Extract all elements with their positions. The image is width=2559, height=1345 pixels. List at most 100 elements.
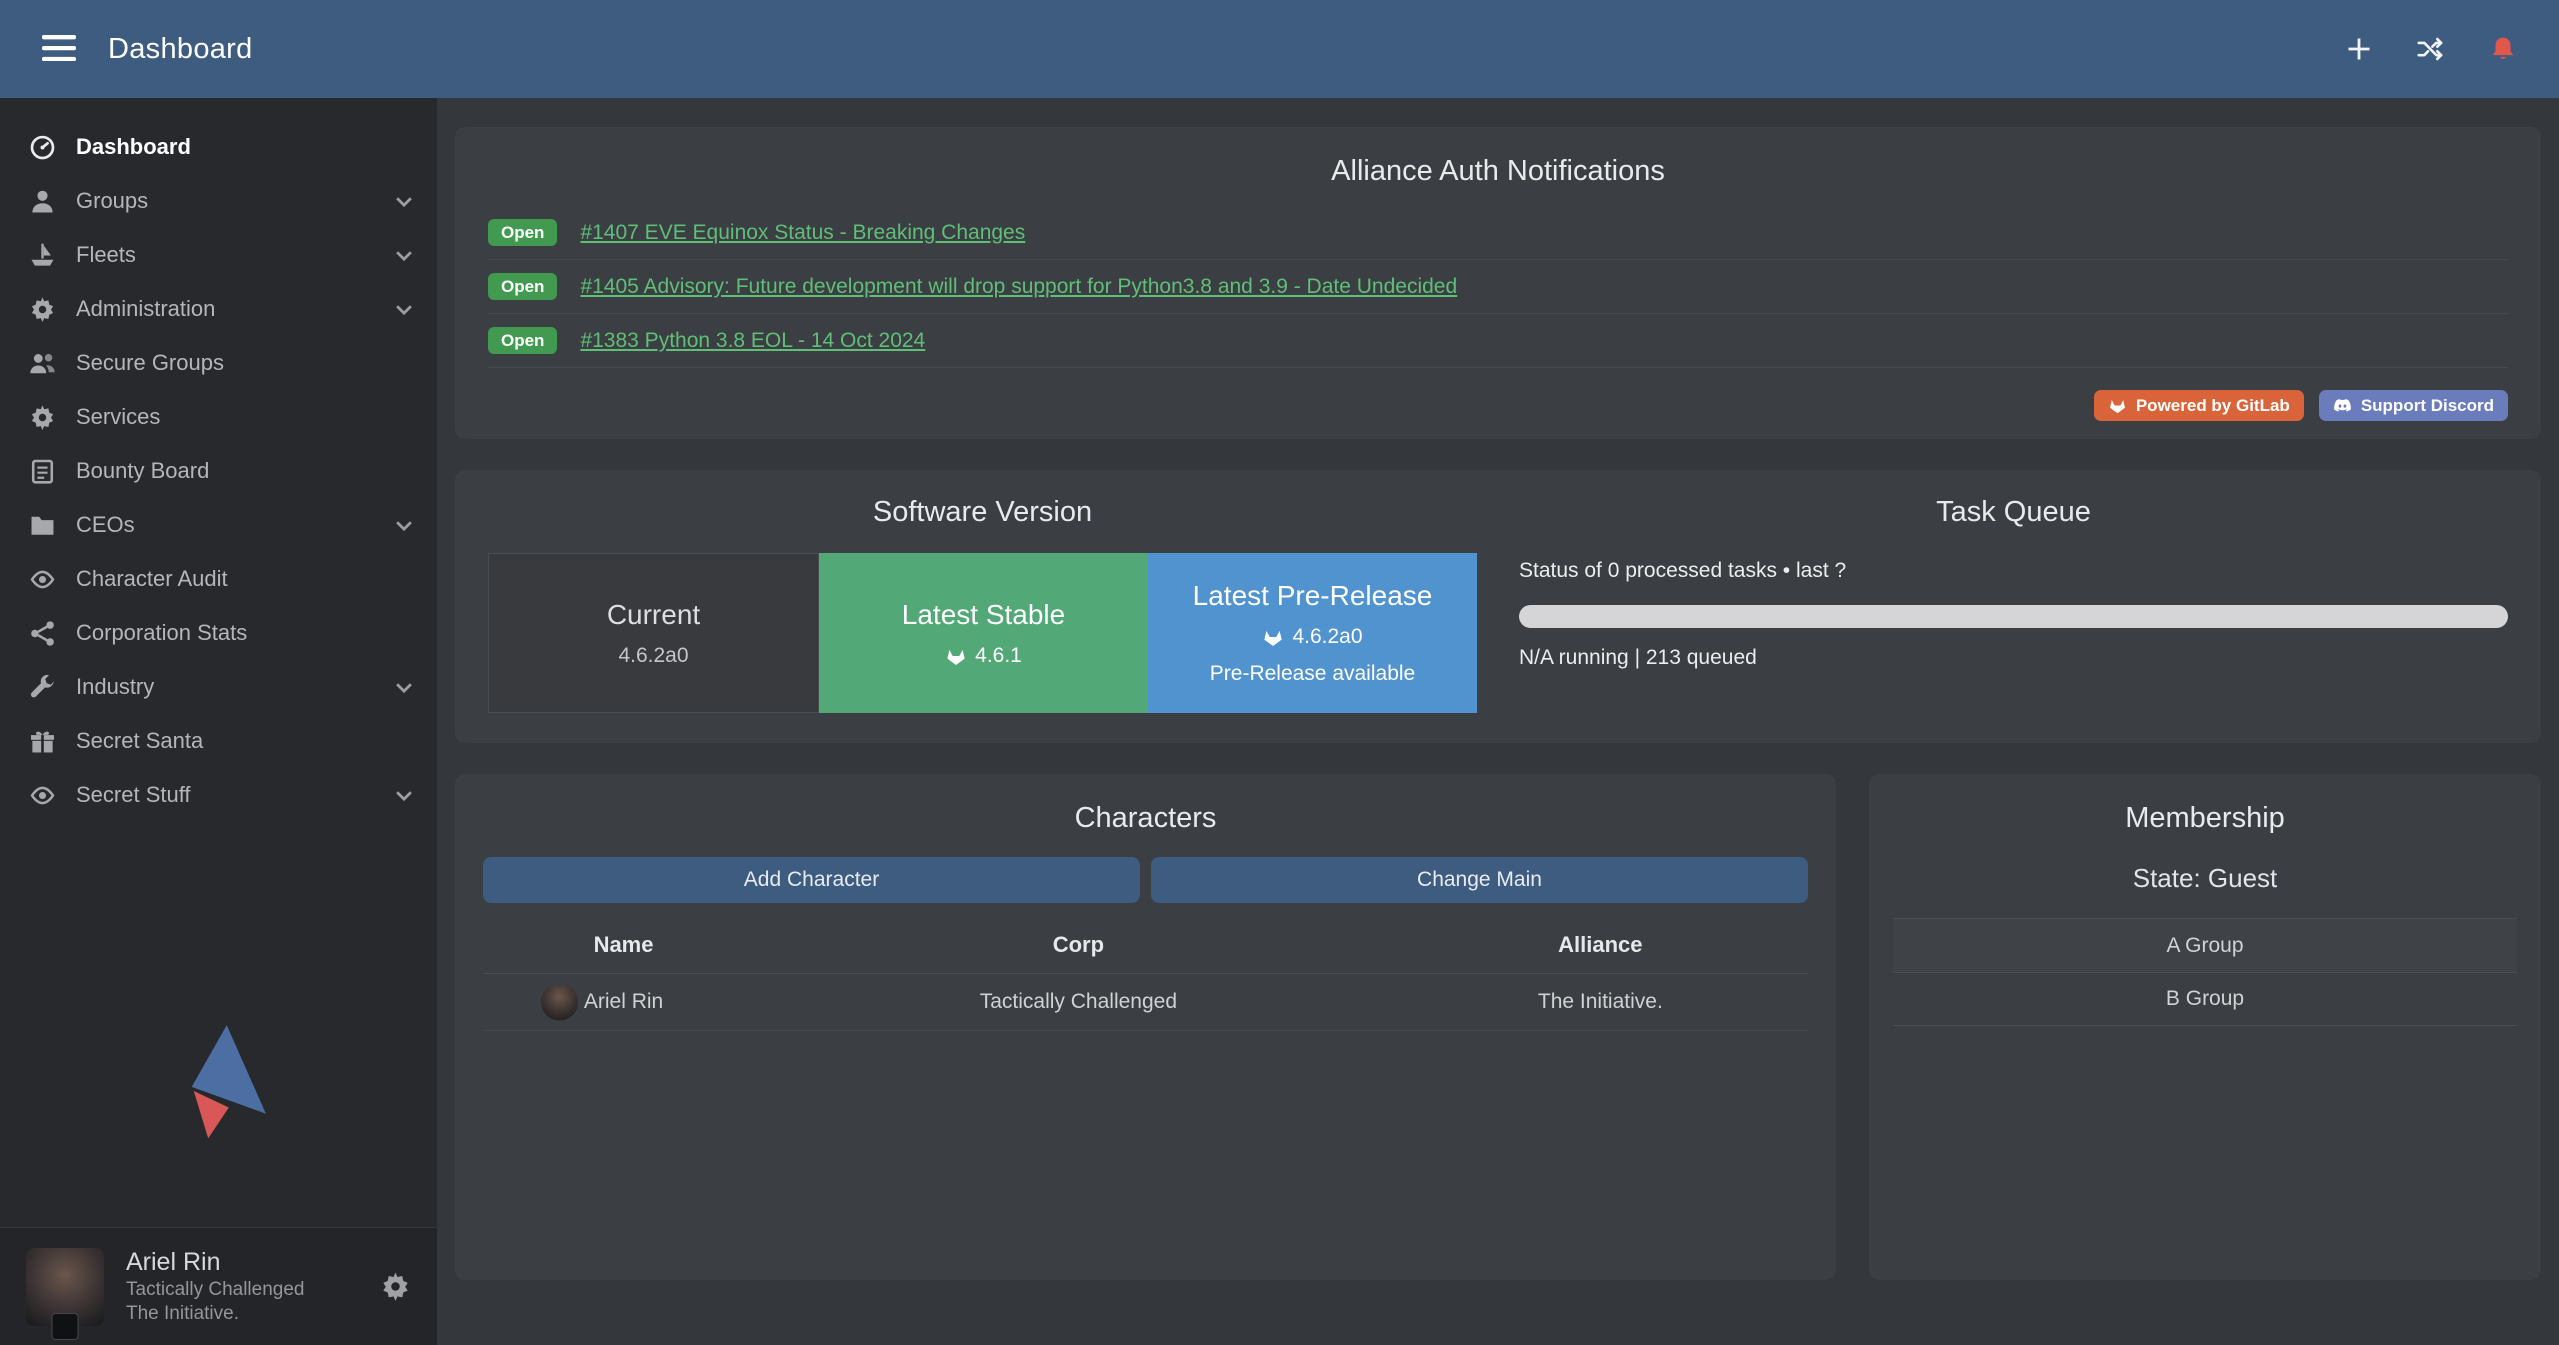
page-title: Dashboard — [108, 33, 253, 66]
user-avatar — [26, 1248, 104, 1326]
gitlab-icon — [2108, 396, 2127, 415]
share-icon — [29, 620, 56, 647]
eye-icon — [29, 566, 56, 593]
software-version-title: Software Version — [488, 496, 1477, 529]
wrench-icon — [29, 674, 56, 701]
sidebar-item-dashboard[interactable]: Dashboard — [0, 120, 437, 174]
add-icon[interactable] — [2345, 35, 2373, 63]
top-navbar: Dashboard — [0, 0, 2559, 98]
support-discord-badge[interactable]: Support Discord — [2319, 390, 2508, 421]
powered-by-gitlab-badge[interactable]: Powered by GitLab — [2094, 390, 2304, 421]
sidebar-item-secure-groups[interactable]: Secure Groups — [0, 336, 437, 390]
main-content: Alliance Auth Notifications Open #1407 E… — [437, 98, 2559, 1345]
gitlab-icon — [1262, 626, 1284, 648]
sidebar-item-secret-santa[interactable]: Secret Santa — [0, 714, 437, 768]
avatar-corp-badge — [52, 1313, 79, 1340]
software-version-section: Software Version Current 4.6.2a0 Latest … — [488, 496, 1477, 713]
character-portrait — [541, 984, 578, 1021]
chevron-down-icon — [393, 298, 415, 320]
table-row: Ariel Rin Tactically Challenged The Init… — [483, 974, 1808, 1031]
gauge-icon — [29, 134, 56, 161]
column-header-name: Name — [483, 917, 764, 974]
notification-link[interactable]: #1383 Python 3.8 EOL - 14 Oct 2024 — [580, 329, 925, 353]
sidebar-nav: Dashboard Groups Fleets Ad — [0, 98, 437, 822]
sidebar-item-secret-stuff[interactable]: Secret Stuff — [0, 768, 437, 822]
version-label: Latest Stable — [902, 599, 1065, 631]
board-icon — [29, 458, 56, 485]
alliance-logo — [0, 1023, 437, 1227]
notifications-title: Alliance Auth Notifications — [488, 155, 2508, 188]
user-icon — [29, 188, 56, 215]
version-number: 4.6.1 — [945, 644, 1022, 668]
sidebar-item-label: Corporation Stats — [76, 620, 247, 646]
membership-title: Membership — [1893, 802, 2517, 835]
task-queue-section: Task Queue Status of 0 processed tasks •… — [1519, 496, 2508, 713]
notification-link[interactable]: #1407 EVE Equinox Status - Breaking Chan… — [580, 221, 1025, 245]
user-corp: Tactically Challenged — [126, 1278, 305, 1302]
settings-gear-icon[interactable] — [380, 1271, 411, 1302]
sidebar-item-ceos[interactable]: CEOs — [0, 498, 437, 552]
status-badge: Open — [488, 219, 557, 246]
version-stable-box: Latest Stable 4.6.1 — [819, 553, 1148, 713]
navbar-actions — [2345, 35, 2517, 63]
characters-title: Characters — [483, 802, 1808, 835]
gear-icon — [29, 296, 56, 323]
chevron-down-icon — [393, 784, 415, 806]
task-queue-status: Status of 0 processed tasks • last ? — [1519, 559, 2508, 583]
task-queue-title: Task Queue — [1519, 496, 2508, 529]
version-current-box: Current 4.6.2a0 — [488, 553, 819, 713]
version-label: Latest Pre-Release — [1193, 580, 1433, 612]
chevron-down-icon — [393, 244, 415, 266]
change-main-button[interactable]: Change Main — [1151, 857, 1808, 903]
sidebar-item-label: Bounty Board — [76, 458, 209, 484]
sidebar-item-groups[interactable]: Groups — [0, 174, 437, 228]
user-alliance: The Initiative. — [126, 1302, 305, 1326]
folder-icon — [29, 512, 56, 539]
menu-icon[interactable] — [42, 35, 76, 63]
chevron-down-icon — [393, 676, 415, 698]
character-corp-cell: Tactically Challenged — [764, 974, 1393, 1031]
status-badge: Open — [488, 327, 557, 354]
sidebar-item-industry[interactable]: Industry — [0, 660, 437, 714]
notifications-footer: Powered by GitLab Support Discord — [488, 374, 2508, 421]
chevron-down-icon — [393, 514, 415, 536]
prerelease-note: Pre-Release available — [1210, 662, 1415, 686]
task-queue-counts: N/A running | 213 queued — [1519, 646, 2508, 670]
version-taskqueue-panel: Software Version Current 4.6.2a0 Latest … — [455, 470, 2541, 743]
ship-icon — [29, 242, 56, 269]
sidebar-user-panel: Ariel Rin Tactically Challenged The Init… — [0, 1227, 437, 1345]
sidebar-item-label: Character Audit — [76, 566, 228, 592]
membership-panel: Membership State: Guest A Group B Group — [1869, 774, 2541, 1280]
version-label: Current — [607, 599, 700, 631]
sidebar-item-services[interactable]: Services — [0, 390, 437, 444]
sidebar-item-label: Services — [76, 404, 160, 430]
sidebar-item-label: Administration — [76, 296, 215, 322]
add-character-button[interactable]: Add Character — [483, 857, 1140, 903]
user-name: Ariel Rin — [126, 1247, 305, 1278]
bell-icon[interactable] — [2489, 35, 2517, 63]
sidebar-item-bounty-board[interactable]: Bounty Board — [0, 444, 437, 498]
users-icon — [29, 350, 56, 377]
sidebar-item-administration[interactable]: Administration — [0, 282, 437, 336]
characters-table: Name Corp Alliance Ariel Rin Tactically … — [483, 917, 1808, 1031]
character-name-cell: Ariel Rin — [483, 974, 764, 1031]
notifications-panel: Alliance Auth Notifications Open #1407 E… — [455, 127, 2541, 439]
sidebar-item-label: Groups — [76, 188, 148, 214]
notification-list: Open #1407 EVE Equinox Status - Breaking… — [488, 206, 2508, 368]
version-number: 4.6.2a0 — [618, 644, 688, 668]
sidebar-item-corporation-stats[interactable]: Corporation Stats — [0, 606, 437, 660]
column-header-alliance: Alliance — [1393, 917, 1808, 974]
status-badge: Open — [488, 273, 557, 300]
sidebar-item-fleets[interactable]: Fleets — [0, 228, 437, 282]
notification-row: Open #1405 Advisory: Future development … — [488, 260, 2508, 314]
task-queue-progressbar — [1519, 605, 2508, 628]
sidebar-item-character-audit[interactable]: Character Audit — [0, 552, 437, 606]
column-header-corp: Corp — [764, 917, 1393, 974]
shuffle-icon[interactable] — [2417, 35, 2445, 63]
gear-icon — [29, 404, 56, 431]
version-prerelease-box: Latest Pre-Release 4.6.2a0 Pre-Release a… — [1148, 553, 1477, 713]
notification-link[interactable]: #1405 Advisory: Future development will … — [580, 275, 1457, 299]
sidebar-item-label: Secret Santa — [76, 728, 203, 754]
sidebar-item-label: Secret Stuff — [76, 782, 191, 808]
membership-state: State: Guest — [1893, 863, 2517, 894]
